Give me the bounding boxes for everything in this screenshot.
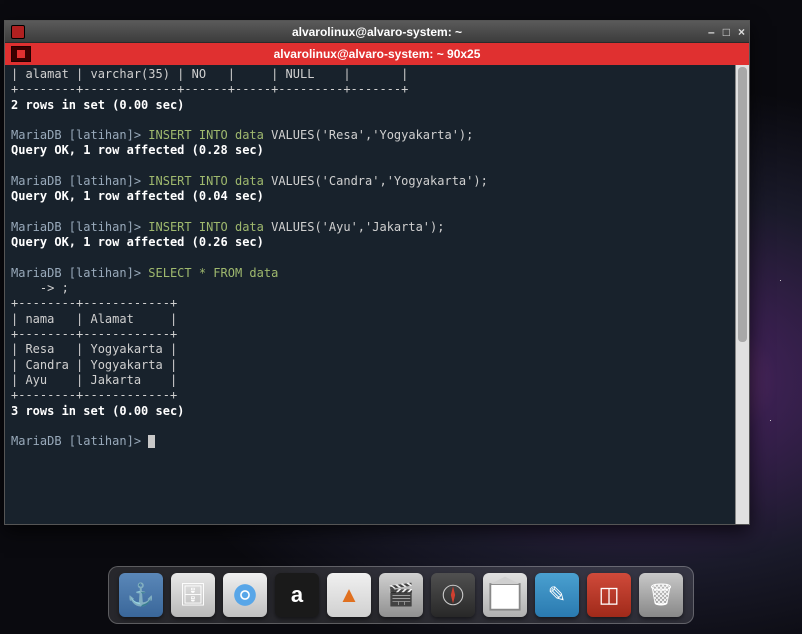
scrollbar-thumb[interactable] xyxy=(738,67,747,342)
insert-stmt-3a: INSERT INTO data xyxy=(141,220,271,234)
query-ok-2: Query OK, 1 row affected (0.04 sec) xyxy=(11,189,264,203)
mariadb-prompt: MariaDB [latihan]> xyxy=(11,266,141,280)
select-stmt: SELECT * FROM data xyxy=(141,266,278,280)
select-row-ayu: | Ayu | Jakarta | xyxy=(11,373,177,387)
window-maximize-button[interactable]: □ xyxy=(723,25,730,39)
result-2-rows: 2 rows in set (0.00 sec) xyxy=(11,98,184,112)
dock: ⚓ 🗄 a ▲ 🎬 ✎ ◫ 🗑 xyxy=(108,566,694,624)
dock-app-a-icon[interactable]: a xyxy=(275,573,319,617)
mariadb-prompt: MariaDB [latihan]> xyxy=(11,174,141,188)
select-table-header: | nama | Alamat | xyxy=(11,312,177,326)
terminal-cursor xyxy=(148,435,155,448)
insert-stmt-1b: VALUES('Resa','Yogyakarta'); xyxy=(271,128,473,142)
dock-vlc-icon[interactable]: ▲ xyxy=(327,573,371,617)
terminal-tab-title: alvarolinux@alvaro-system: ~ 90x25 xyxy=(5,47,749,61)
query-ok-1: Query OK, 1 row affected (0.28 sec) xyxy=(11,143,264,157)
select-table-border: +--------+------------+ xyxy=(11,388,177,402)
select-table-border: +--------+------------+ xyxy=(11,327,177,341)
terminal-scrollbar[interactable] xyxy=(735,65,749,524)
window-close-button[interactable]: × xyxy=(738,25,745,39)
query-ok-3: Query OK, 1 row affected (0.26 sec) xyxy=(11,235,264,249)
describe-row: | alamat | varchar(35) | NO | | NULL | | xyxy=(11,67,408,81)
window-title: alvarolinux@alvaro-system: ~ xyxy=(5,25,749,39)
terminal-window: alvarolinux@alvaro-system: ~ – □ × alvar… xyxy=(4,20,750,525)
dock-chromium-icon[interactable] xyxy=(223,573,267,617)
terminal-output[interactable]: | alamat | varchar(35) | NO | | NULL | |… xyxy=(5,65,735,524)
dock-compass-icon[interactable] xyxy=(431,573,475,617)
dock-writer-icon[interactable]: ✎ xyxy=(535,573,579,617)
insert-stmt-2b: VALUES('Candra','Yogyakarta'); xyxy=(271,174,488,188)
insert-stmt-1a: INSERT INTO data xyxy=(141,128,271,142)
select-table-border: +--------+------------+ xyxy=(11,296,177,310)
insert-stmt-2a: INSERT INTO data xyxy=(141,174,271,188)
window-titlebar[interactable]: alvarolinux@alvaro-system: ~ – □ × xyxy=(5,21,749,43)
mariadb-prompt: MariaDB [latihan]> xyxy=(11,128,141,142)
mariadb-prompt: MariaDB [latihan]> xyxy=(11,434,141,448)
dock-video-editor-icon[interactable]: 🎬 xyxy=(379,573,423,617)
terminal-tabbar: alvarolinux@alvaro-system: ~ 90x25 xyxy=(5,43,749,65)
describe-border: +--------+-------------+------+-----+---… xyxy=(11,82,408,96)
insert-stmt-3b: VALUES('Ayu','Jakarta'); xyxy=(271,220,444,234)
dock-file-manager-icon[interactable]: 🗄 xyxy=(171,573,215,617)
result-3-rows: 3 rows in set (0.00 sec) xyxy=(11,404,184,418)
mariadb-prompt: MariaDB [latihan]> xyxy=(11,220,141,234)
select-row-resa: | Resa | Yogyakarta | xyxy=(11,342,177,356)
dock-presentation-icon[interactable]: ◫ xyxy=(587,573,631,617)
dock-anchor-icon[interactable]: ⚓ xyxy=(119,573,163,617)
semicolon: ; xyxy=(62,281,69,295)
select-row-candra: | Candra | Yogyakarta | xyxy=(11,358,177,372)
dock-trash-icon[interactable]: 🗑 xyxy=(639,573,683,617)
cont-prompt: -> xyxy=(11,281,62,295)
dock-office-icon[interactable] xyxy=(483,573,527,617)
window-minimize-button[interactable]: – xyxy=(708,25,715,39)
